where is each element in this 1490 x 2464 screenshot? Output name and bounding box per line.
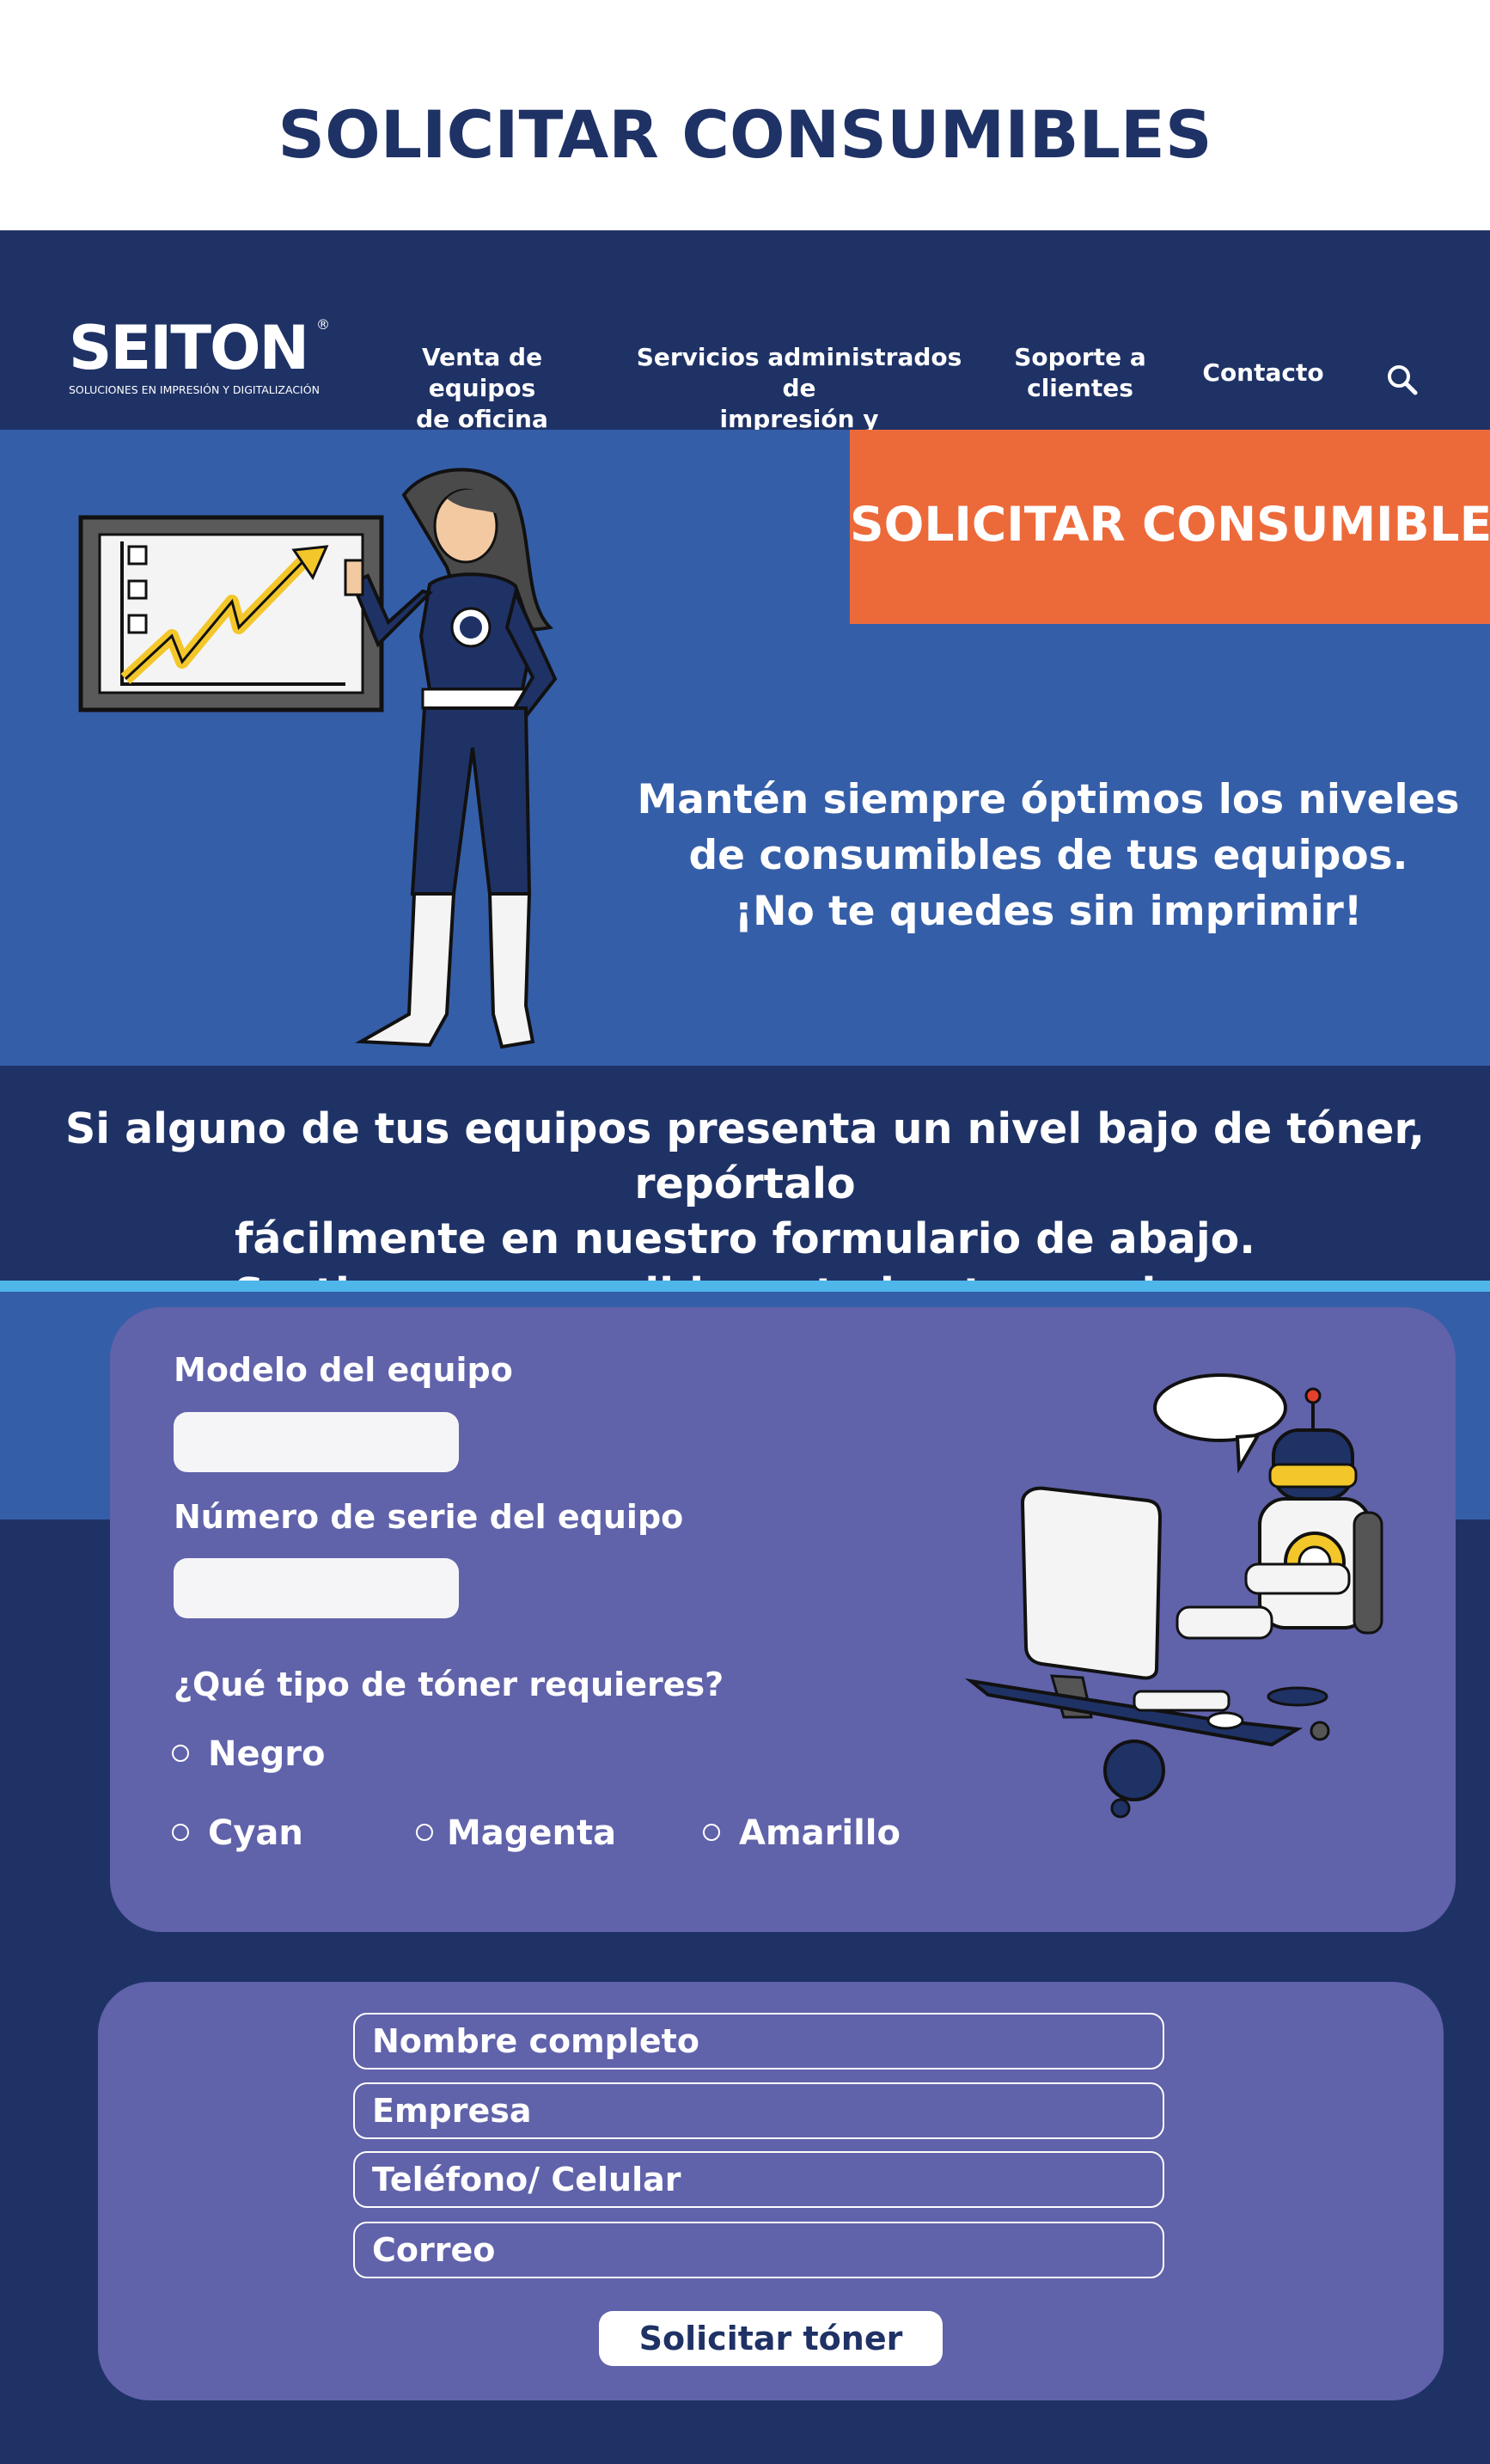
hero-tagline-line: Mantén siempre óptimos los niveles (637, 776, 1460, 823)
logo-wordmark: SEITON (69, 313, 309, 383)
nav-item-label: Venta de equipos (421, 343, 543, 402)
email-field[interactable]: Correo (353, 2222, 1164, 2278)
nav-item-label: clientes (1027, 374, 1133, 402)
company-field[interactable]: Empresa (353, 2082, 1164, 2139)
nav-item-label: Contacto (1202, 358, 1324, 387)
radio-magenta[interactable]: Magenta (416, 1813, 622, 1856)
phone-field[interactable]: Teléfono/ Celular (353, 2151, 1164, 2208)
info-line: Si alguno de tus equipos presenta un niv… (64, 1104, 1426, 1208)
logo-registered-mark: ® (316, 316, 330, 333)
radio-amarillo[interactable]: Amarillo (703, 1813, 926, 1856)
radio-cyan[interactable]: Cyan (172, 1813, 344, 1856)
serial-input[interactable] (174, 1558, 459, 1618)
radio-circle[interactable] (172, 1824, 189, 1841)
logo-tagline: SOLUCIONES EN IMPRESIÓN Y DIGITALIZACIÓN (69, 383, 320, 396)
radio-label: Amarillo (739, 1813, 901, 1853)
search-icon[interactable] (1385, 363, 1420, 397)
radio-circle[interactable] (172, 1745, 189, 1762)
hero-tagline: Mantén siempre óptimos los niveles de co… (636, 772, 1461, 939)
nav-item-venta[interactable]: Venta de equipos de oficina (369, 342, 595, 435)
radio-circle[interactable] (416, 1824, 433, 1841)
radio-label: Magenta (447, 1813, 617, 1853)
hero-tagline-line: ¡No te quedes sin imprimir! (734, 888, 1363, 935)
hero-tagline-line: de consumibles de tus equipos. (688, 832, 1408, 879)
radio-label: Negro (208, 1734, 326, 1774)
radio-label: Cyan (208, 1813, 303, 1853)
accent-divider (0, 1281, 1490, 1292)
robot-at-computer-icon (962, 1367, 1409, 1822)
nav-item-contacto[interactable]: Contacto (1194, 358, 1332, 388)
radio-circle[interactable] (703, 1824, 720, 1841)
model-label: Modelo del equipo (174, 1351, 513, 1389)
nav-item-soporte[interactable]: Soporte a clientes (1005, 342, 1155, 404)
toner-question: ¿Qué tipo de tóner requieres? (174, 1666, 724, 1703)
radio-negro[interactable]: Negro (172, 1734, 344, 1777)
full-name-field[interactable]: Nombre completo (353, 2013, 1164, 2070)
nav-item-label: Soporte a (1014, 343, 1146, 371)
hero-badge-text: SOLICITAR CONSUMIBLES (850, 497, 1490, 552)
page-title: SOLICITAR CONSUMIBLES (278, 96, 1212, 173)
serial-label: Número de serie del equipo (174, 1498, 684, 1536)
nav-item-label: Servicios administrados de (636, 343, 962, 402)
info-line: fácilmente en nuestro formulario de abaj… (235, 1214, 1255, 1263)
submit-button[interactable]: Solicitar tóner (599, 2311, 943, 2366)
superhero-presenting-chart-icon (69, 464, 601, 1057)
seiton-logo[interactable]: SEITON ® SOLUCIONES EN IMPRESIÓN Y DIGIT… (69, 313, 335, 404)
model-input[interactable] (174, 1412, 459, 1472)
